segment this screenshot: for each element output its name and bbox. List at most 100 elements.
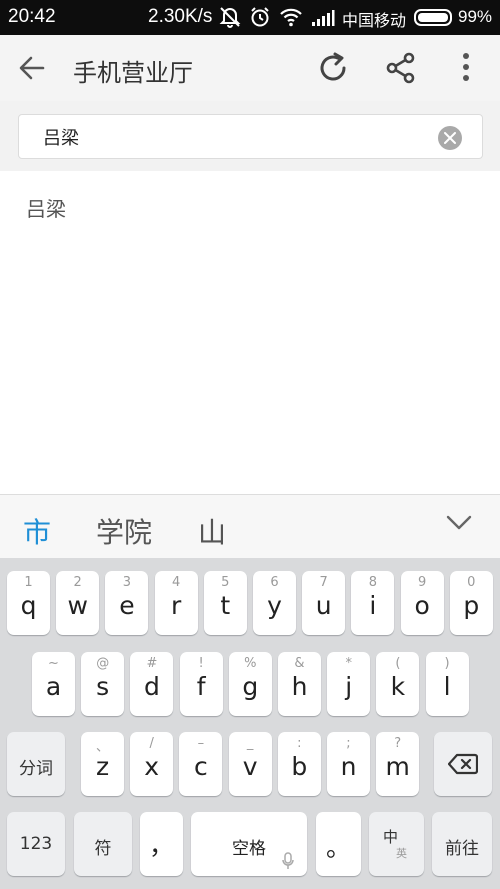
status-battery-pct: 99% [458,7,493,26]
key-label: p [463,591,480,620]
key-y[interactable]: 6y [253,571,296,635]
key-label: t [220,591,231,620]
key-l[interactable]: ) l [425,652,469,716]
microphone-icon [282,852,294,874]
key-label: f [196,672,206,701]
share-icon[interactable] [385,52,417,88]
key-sub-label: 4 [171,575,181,590]
key-label: w [67,591,88,620]
key-label: b [291,752,308,781]
key-sub-label: 1 [24,575,33,590]
key-k[interactable]: (k [376,652,420,716]
key-v[interactable]: _ v [228,732,272,796]
key-123[interactable]: 123 [7,812,65,876]
key-space[interactable]: 空格 [191,812,307,876]
key-sub-label: 5 [221,575,230,590]
key-f[interactable]: ! f [179,652,223,716]
key-backspace[interactable] [434,732,492,796]
key-period[interactable]: 。 [316,812,361,876]
key-q[interactable]: 1q [7,571,50,635]
key-a[interactable]: ~ a [32,652,75,716]
search-section [0,101,500,171]
key-o[interactable]: 9o [400,571,444,635]
app-bar: 手机营业厅 [0,35,500,101]
key-sub-label: @ [96,656,110,671]
key-s[interactable]: @ s [81,652,125,716]
key-label: d [143,672,160,701]
key-lang-switch[interactable]: 中 英 [369,812,424,876]
key-x[interactable]: / x [130,732,174,796]
status-bar: 20:42 2.30K/s 中国移动 99% [0,0,500,35]
key-sub-label: – [197,736,205,751]
search-input[interactable] [43,125,423,149]
key-sub-label: % [244,656,257,671]
key-label: x [144,752,160,781]
key-label: y [267,591,282,620]
key-sub-label: 2 [73,575,82,590]
key-sub-label: 3 [122,575,132,590]
page-title: 手机营业厅 [73,59,193,87]
clear-icon[interactable] [438,126,462,150]
key-label: m [385,752,410,781]
key-r[interactable]: 4r [154,571,198,635]
soft-keyboard: 1q2w3e4r5t6y7u8i9o0p ~ a @ s # d! f% g & h * j(k) l … [0,558,500,889]
key-sub-label: ) [444,656,450,671]
candidate-1[interactable]: 市 [23,511,51,551]
wifi-icon [279,6,303,33]
key-h[interactable]: & h [278,652,321,716]
refresh-icon[interactable] [316,51,350,89]
key-sub-label: 7 [319,575,328,590]
chevron-down-icon[interactable] [446,515,472,535]
key-sub-label: ~ [48,656,59,671]
key-j[interactable]: * j [327,652,371,716]
candidate-2[interactable]: 学院 [96,511,152,551]
key-b[interactable]: :b [277,732,321,796]
key-t[interactable]: 5t [203,571,247,635]
ime-candidate-bar: 市 学院 山 [0,494,500,558]
key-label: h [291,672,308,701]
key-n[interactable]: ; n [327,732,370,796]
key-p[interactable]: 0p [449,571,493,635]
signal-icon [311,9,335,32]
key-sub-label: 8 [368,575,378,590]
key-u[interactable]: 7u [302,571,346,635]
key-label: o [414,591,430,620]
key-sub-label: # [146,656,158,671]
key-sub-label: 6 [270,575,279,590]
key-sub-label: ; [346,736,351,751]
key-z[interactable]: 、 z [81,732,124,796]
key-symbol[interactable]: 符 [74,812,132,876]
key-label: s [96,672,110,701]
key-g[interactable]: % g [228,652,272,716]
back-arrow-icon[interactable] [18,54,46,86]
mute-bell-icon [218,6,242,33]
key-m[interactable]: ? m [376,732,420,796]
status-time: 20:42 [8,6,56,27]
key-sub-label: 9 [417,575,427,590]
key-label: v [242,752,258,781]
more-vert-icon[interactable] [455,52,477,88]
key-c[interactable]: – c [179,732,223,796]
key-split[interactable]: 分词 [7,732,65,796]
key-sub-label: 0 [467,575,476,590]
key-sub-label: / [149,736,154,751]
key-label: n [340,752,357,781]
backspace-icon [434,732,492,796]
key-label: g [242,672,259,701]
key-sub-label: ? [394,736,402,751]
key-i[interactable]: 8i [351,571,395,635]
suggestion-item[interactable]: 吕梁 [26,193,66,222]
candidate-3[interactable]: 山 [198,511,226,551]
key-sub-label: * [345,656,352,671]
key-comma[interactable]: ， [140,812,183,876]
key-label: i [369,591,377,620]
key-e[interactable]: 3e [105,571,149,635]
key-sub-label: & [294,656,305,671]
status-net-speed: 2.30K/s [148,6,213,27]
key-d[interactable]: # d [130,652,174,716]
key-label: l [443,672,451,701]
key-sub-label: : [297,736,302,751]
key-enter[interactable]: 前往 [432,812,492,876]
key-w[interactable]: 2w [56,571,100,635]
key-label: c [194,752,208,781]
